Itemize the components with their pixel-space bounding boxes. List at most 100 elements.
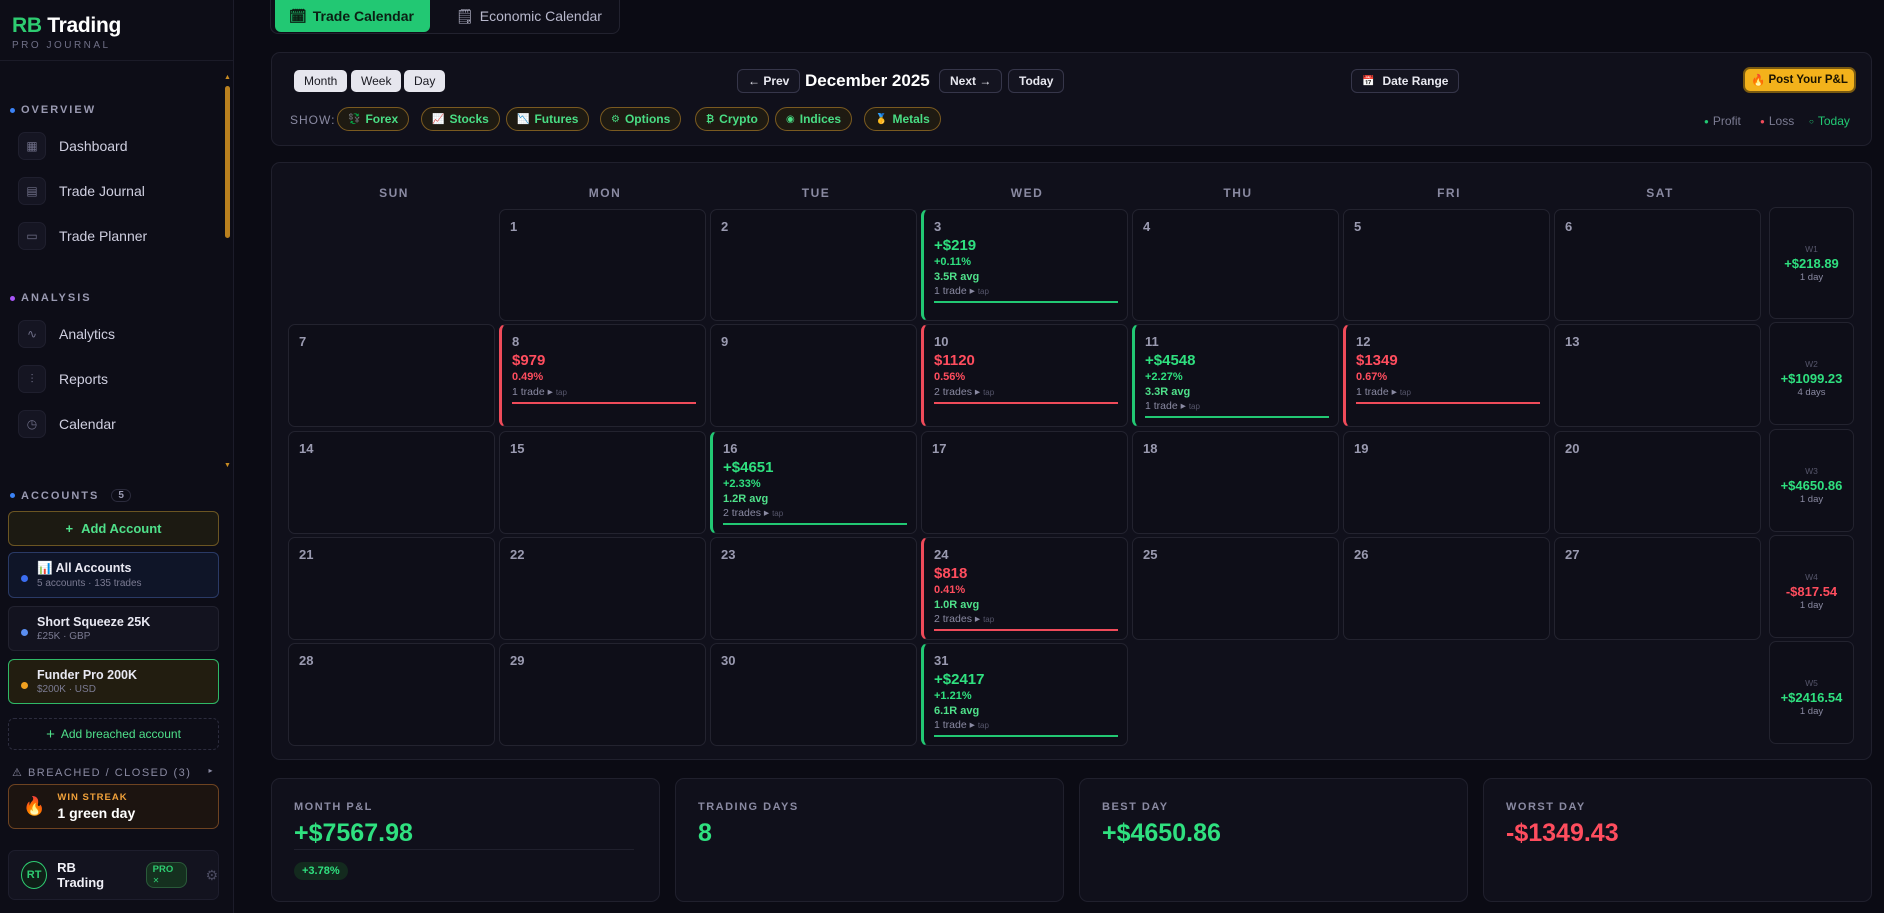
sidebar-item-trade-planner[interactable]: ▭ Trade Planner (18, 222, 147, 250)
account-meta: 5 accounts · 135 trades (37, 578, 142, 589)
account-card-all-accounts[interactable]: 📊 All Accounts 5 accounts · 135 trades (8, 552, 219, 598)
stat-value: +$7567.98 (294, 819, 413, 847)
clock-icon: ◷ (18, 410, 46, 438)
add-breached-label: Add breached account (60, 727, 181, 741)
sidebar-item-analytics[interactable]: ∿ Analytics (18, 320, 115, 348)
scroll-down-icon[interactable]: ▼ (224, 462, 231, 469)
day-number: 19 (1354, 441, 1369, 456)
trade-count: 2 trades (723, 507, 761, 519)
account-name: Short Squeeze 25K (37, 615, 208, 629)
tab-economic-calendar[interactable]: 🗒 Economic Calendar (442, 0, 616, 32)
day-result-bar (1145, 416, 1329, 418)
today-button[interactable]: Today (1008, 69, 1065, 93)
filter-chip-indices[interactable]: ◉ Indices (775, 107, 853, 131)
day-cell: 9 (710, 324, 917, 427)
next-month-button[interactable]: Next → (939, 69, 1003, 93)
day-pnl: $818 (934, 565, 968, 582)
day-number: 24 (934, 547, 949, 562)
sidebar-item-label: Analytics (59, 326, 116, 342)
stat-divider (294, 849, 634, 850)
day-cell: 2 (710, 209, 917, 321)
section-dot (10, 107, 15, 113)
brand-subtitle: PRO JOURNAL (12, 40, 111, 51)
day-cell[interactable]: 11 +$4548 +2.27% 3.3R avg 1 trade ▸ tap (1132, 324, 1339, 427)
day-number: 11 (1145, 334, 1159, 349)
day-cell: 18 (1132, 431, 1339, 534)
filter-chip-futures[interactable]: 📉 Futures (506, 107, 590, 131)
day-percent: 0.67% (1356, 371, 1388, 383)
add-breached-account-button[interactable]: + Add breached account (8, 718, 219, 750)
day-cell[interactable]: 24 $818 0.41% 1.0R avg 2 trades ▸ tap (921, 537, 1128, 640)
tab-trade-calendar[interactable]: 🗓 Trade Calendar (275, 0, 430, 32)
user-card[interactable]: RT RB Trading PRO ✕ ⚙ (8, 850, 219, 900)
day-cell[interactable]: 31 +$2417 +1.21% 6.1R avg 1 trade ▸ tap (921, 643, 1128, 746)
stat-value: +$4650.86 (1102, 819, 1221, 847)
sidebar-item-dashboard[interactable]: ▦ Dashboard (18, 132, 128, 160)
accounts-count-badge: 5 (111, 489, 131, 502)
legend-marker: ● (1704, 116, 1709, 126)
day-number: 31 (934, 653, 949, 668)
chevron-right-icon: ▸ (1388, 386, 1400, 398)
day-cell[interactable]: 8 $979 0.49% 1 trade ▸ tap (499, 324, 706, 427)
day-pnl: +$4548 (1145, 352, 1196, 369)
day-pnl: +$219 (934, 237, 977, 254)
day-r-avg: 1.2R avg (723, 493, 769, 505)
account-name: Funder Pro 200K (37, 668, 208, 682)
sidebar-item-label: Calendar (59, 416, 116, 432)
day-number: 4 (1143, 219, 1151, 234)
weekday-header: SAT (1646, 186, 1674, 200)
filter-chip-metals[interactable]: 🥇 Metals (864, 107, 941, 131)
accounts-heading: ACCOUNTS 5 (10, 489, 131, 502)
gear-icon[interactable]: ⚙ (205, 867, 218, 884)
account-card-funder-pro-200k[interactable]: Funder Pro 200K $200K · USD (8, 659, 219, 704)
day-cell[interactable]: 10 $1120 0.56% 2 trades ▸ tap (921, 324, 1128, 427)
day-percent: 0.56% (934, 371, 966, 383)
scroll-up-icon[interactable]: ▲ (224, 74, 231, 81)
day-pnl: +$4651 (723, 459, 774, 476)
brand-title: RB Trading (12, 14, 121, 38)
view-week-button[interactable]: Week (351, 70, 402, 92)
day-cell[interactable]: 3 +$219 +0.11% 3.5R avg 1 trade ▸ tap (921, 209, 1128, 321)
day-cell[interactable]: 16 +$4651 +2.33% 1.2R avg 2 trades ▸ tap (710, 431, 917, 534)
crypto-icon: ₿ (706, 113, 715, 125)
date-range-button[interactable]: 📅 Date Range (1351, 69, 1460, 93)
week-pnl: +$4650.86 (1780, 478, 1843, 493)
weekday-header: WED (1010, 186, 1044, 200)
view-month-button[interactable]: Month (294, 70, 348, 92)
add-account-button[interactable]: + Add Account (8, 511, 219, 546)
stocks-icon: 📈 (432, 113, 445, 125)
post-pnl-button[interactable]: 🔥 Post Your P&L (1743, 67, 1856, 93)
sidebar-item-calendar[interactable]: ◷ Calendar (18, 410, 116, 438)
account-card-short-squeeze-25k[interactable]: Short Squeeze 25K £25K · GBP (8, 606, 219, 651)
chevron-right-icon: ▸ (971, 613, 984, 625)
sidebar-item-reports[interactable]: ⫶ Reports (18, 365, 108, 393)
day-cell: 21 (288, 537, 495, 640)
weekday-header: MON (588, 186, 622, 200)
day-number: 7 (299, 334, 307, 349)
filter-chip-stocks[interactable]: 📈 Stocks (421, 107, 500, 131)
prev-month-button[interactable]: ← Prev (737, 69, 801, 93)
filter-chip-forex[interactable]: 💱 Forex (337, 107, 410, 131)
month-title: December 2025 (805, 71, 930, 90)
day-cell[interactable]: 12 $1349 0.67% 1 trade ▸ tap (1343, 324, 1550, 427)
day-pnl: +$2417 (934, 671, 985, 688)
view-day-button[interactable]: Day (404, 70, 446, 92)
breached-toggle[interactable]: ⚠ BREACHED / CLOSED (3) ▸ (12, 766, 214, 779)
day-cell: 6 (1554, 209, 1761, 321)
scroll-thumb[interactable] (225, 86, 230, 238)
filter-chip-crypto[interactable]: ₿ Crypto (695, 107, 769, 131)
week-label: W2 (1805, 359, 1818, 369)
sidebar-item-label: Reports (59, 371, 109, 387)
sidebar-item-trade-journal[interactable]: ▤ Trade Journal (18, 177, 145, 205)
filter-chip-options[interactable]: ⚙ Options (600, 107, 682, 131)
legend-profit: ● Profit (1704, 114, 1741, 128)
tap-hint: tap (983, 388, 995, 397)
day-trades: 1 trade ▸ tap (934, 285, 989, 297)
calendar-grid: SUN MON TUE WED THU FRI SAT 1 2 3 +$219 +0.11% 3.5R … (271, 162, 1872, 760)
filter-label: Options (624, 112, 671, 126)
forex-icon: 💱 (348, 113, 361, 125)
day-number: 1 (510, 219, 518, 234)
sidebar-scrollbar[interactable]: ▲ ▼ (223, 74, 231, 470)
day-percent: +2.33% (723, 478, 761, 490)
close-icon[interactable]: ✕ (153, 876, 160, 885)
